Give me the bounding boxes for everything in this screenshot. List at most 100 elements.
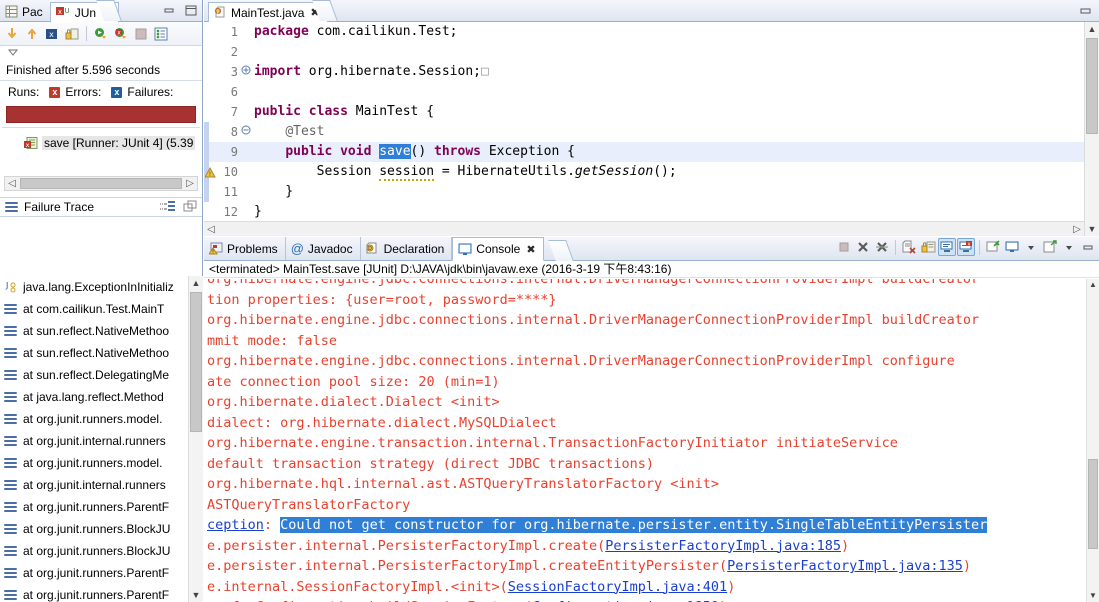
test-run-history-icon[interactable] — [152, 25, 170, 43]
console-stack-link[interactable]: PersisterFactoryImpl.java:185 — [605, 538, 841, 554]
junit-test-tree[interactable]: x save [Runner: JUnit 4] (5.39 ◁ ▷ — [2, 127, 200, 193]
open-console-icon[interactable] — [1041, 238, 1059, 256]
scroll-thumb[interactable] — [20, 178, 182, 189]
filter-stack-trace-icon[interactable] — [160, 200, 176, 214]
scroll-down-icon[interactable]: ▼ — [1087, 590, 1099, 602]
trace-list-item[interactable]: at sun.reflect.NativeMethoo — [0, 342, 203, 364]
package-explorer-icon — [5, 5, 18, 18]
trace-list-item-label: at com.cailikun.Test.MainT — [23, 302, 165, 316]
svg-text:J: J — [216, 9, 218, 15]
tab-console[interactable]: Console ✖ — [452, 237, 544, 261]
tab-package-explorer[interactable]: Pac — [0, 1, 50, 22]
left-view-tabstrip: Pac x U JUn ✖ — [0, 0, 202, 23]
trace-list-item[interactable]: at sun.reflect.DelegatingMe — [0, 364, 203, 386]
console-stack-link[interactable]: SessionFactoryImpl.java:401 — [508, 579, 727, 595]
remove-launch-icon[interactable] — [854, 238, 872, 256]
terminate-icon[interactable] — [835, 238, 853, 256]
previous-failure-icon[interactable] — [23, 25, 41, 43]
trace-list-item[interactable]: at org.junit.runners.ParentF — [0, 496, 203, 518]
code-line[interactable]: 6 — [204, 82, 1084, 102]
pin-console-icon[interactable] — [984, 238, 1002, 256]
tree-item-save-test[interactable]: x save [Runner: JUnit 4] (5.39 — [24, 134, 200, 152]
code-line[interactable]: 11 } — [204, 182, 1084, 202]
code-lines[interactable]: 1 package com.cailikun.Test; 2 3 import org.… — [204, 22, 1084, 221]
console-stack-link[interactable]: ception — [207, 517, 264, 533]
trace-list-item[interactable]: at org.junit.internal.runners — [0, 430, 203, 452]
trace-list-item-label: at org.junit.runners.ParentF — [23, 500, 170, 514]
java-editor: J MainTest.java ✖ 1 package com.cailikun.… — [204, 0, 1099, 236]
scroll-down-icon[interactable]: ▼ — [189, 588, 203, 602]
trace-list-item[interactable]: at org.junit.runners.ParentF — [0, 584, 203, 602]
next-failure-icon[interactable] — [3, 25, 21, 43]
scroll-left-icon[interactable]: ◁ — [5, 178, 19, 189]
code-line[interactable]: ! 10 Session session = HibernateUtils.get… — [204, 162, 1084, 182]
show-console-on-error-icon[interactable]: x — [957, 238, 975, 256]
scroll-down-icon[interactable]: ▼ — [1085, 222, 1099, 236]
scroll-left-icon[interactable]: ◁ — [204, 224, 218, 235]
trace-list-item[interactable]: Jjava.lang.ExceptionInInitializ — [0, 276, 203, 298]
view-menu-icon[interactable] — [6, 46, 20, 61]
maximize-icon[interactable] — [1077, 4, 1093, 18]
tab-javadoc[interactable]: @ Javadoc — [286, 237, 361, 260]
change-marker — [204, 122, 218, 142]
scroll-up-icon[interactable]: ▲ — [1087, 279, 1099, 291]
close-icon[interactable]: ✖ — [526, 243, 535, 256]
scroll-right-icon[interactable]: ▷ — [1070, 224, 1084, 235]
display-selected-console-menu-icon[interactable] — [1022, 238, 1040, 256]
code-line[interactable]: 1 package com.cailikun.Test; — [204, 22, 1084, 42]
failure-trace-vertical-scrollbar[interactable]: ▲ ▼ — [188, 276, 203, 602]
trace-list-item[interactable]: at org.junit.runners.ParentF — [0, 562, 203, 584]
failures-icon — [111, 86, 123, 98]
fold-toggle-icon[interactable] — [240, 122, 252, 142]
scroll-up-icon[interactable]: ▲ — [189, 276, 203, 290]
rerun-test-icon[interactable] — [92, 25, 110, 43]
tab-maintest-java[interactable]: J MainTest.java ✖ — [208, 2, 328, 23]
open-console-menu-icon[interactable] — [1060, 238, 1078, 256]
code-line[interactable]: 9 public void save() throws Exception { — [204, 142, 1084, 162]
trace-list-item[interactable]: at org.junit.runners.model. — [0, 408, 203, 430]
minimize-icon[interactable] — [1079, 238, 1097, 256]
remove-all-terminated-icon[interactable] — [873, 238, 891, 256]
trace-list-item[interactable]: at org.junit.internal.runners — [0, 474, 203, 496]
fold-toggle-icon[interactable] — [240, 62, 252, 82]
editor-vertical-scrollbar[interactable]: ▲ ▼ — [1084, 22, 1099, 236]
console-vertical-scrollbar[interactable]: ▲ ▼ — [1086, 279, 1099, 602]
trace-list-item[interactable]: at java.lang.reflect.Method — [0, 386, 203, 408]
failure-trace-list[interactable]: ▲ ▼ Jjava.lang.ExceptionInInitializ at co… — [0, 276, 203, 602]
code-line[interactable]: 3 import org.hibernate.Session;□ — [204, 62, 1084, 82]
clear-console-icon[interactable] — [900, 238, 918, 256]
console-stack-link[interactable]: PersisterFactoryImpl.java:135 — [727, 558, 963, 574]
scroll-lock-icon[interactable] — [919, 238, 937, 256]
display-selected-console-icon[interactable] — [1003, 238, 1021, 256]
tab-problems[interactable]: ! Problems — [204, 237, 286, 260]
console-selected-text[interactable]: Could not get constructor for org.hibern… — [280, 517, 988, 533]
maximize-pane-icon[interactable] — [182, 200, 198, 214]
maximize-icon[interactable] — [183, 3, 199, 17]
minimize-icon[interactable] — [161, 3, 177, 17]
scroll-thumb[interactable] — [1086, 38, 1098, 134]
tab-declaration[interactable]: D Declaration — [361, 237, 453, 260]
javadoc-icon: @ — [290, 241, 304, 256]
scroll-thumb[interactable] — [1088, 459, 1098, 549]
trace-list-item[interactable]: at org.junit.runners.BlockJU — [0, 518, 203, 540]
scroll-right-icon[interactable]: ▷ — [183, 178, 197, 189]
trace-list-item[interactable]: at org.junit.runners.model. — [0, 452, 203, 474]
lock-scroll-icon[interactable] — [63, 25, 81, 43]
stop-icon[interactable] — [132, 25, 150, 43]
scroll-up-icon[interactable]: ▲ — [1085, 22, 1099, 36]
code-line[interactable]: 7 public class MainTest { — [204, 102, 1084, 122]
trace-list-item[interactable]: at sun.reflect.NativeMethoo — [0, 320, 203, 342]
show-console-on-output-icon[interactable] — [938, 238, 956, 256]
code-line[interactable]: 2 — [204, 42, 1084, 62]
code-line[interactable]: 8 @Test — [204, 122, 1084, 142]
console-output[interactable]: org.hibernate.engine.jdbc.connections.in… — [204, 279, 1086, 602]
trace-list-item[interactable]: at com.cailikun.Test.MainT — [0, 298, 203, 320]
code-line[interactable]: 12} — [204, 202, 1084, 221]
editor-horizontal-scrollbar[interactable]: ◁ ▷ — [204, 221, 1084, 236]
show-failures-only-icon[interactable]: x — [43, 25, 61, 43]
junit-view-menu-row — [0, 46, 202, 60]
trace-list-item[interactable]: at org.junit.runners.BlockJU — [0, 540, 203, 562]
rerun-failed-tests-icon[interactable]: x — [112, 25, 130, 43]
tree-horizontal-scrollbar[interactable]: ◁ ▷ — [4, 176, 198, 191]
scroll-thumb[interactable] — [190, 292, 202, 432]
